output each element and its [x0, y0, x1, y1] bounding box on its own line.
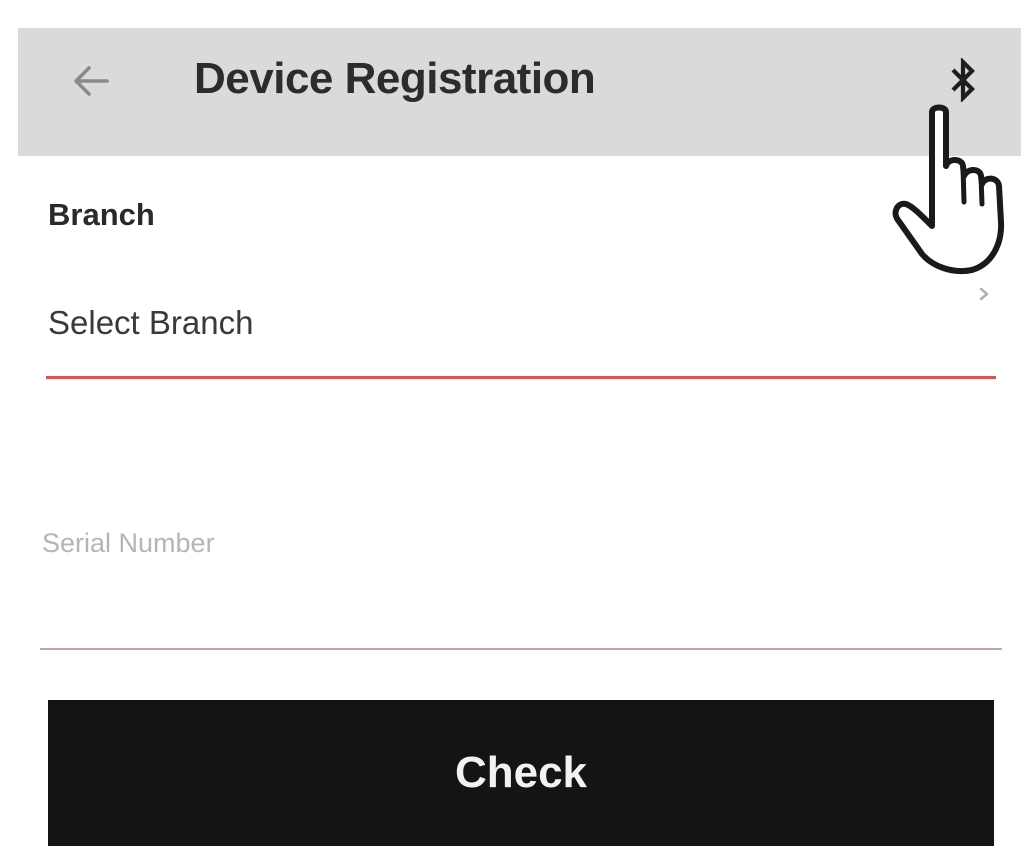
branch-select-value: Select Branch: [48, 304, 254, 341]
check-button[interactable]: Check: [48, 700, 994, 846]
bluetooth-icon: [948, 56, 978, 107]
app-bar: Device Registration: [18, 28, 1021, 156]
chevron-right-icon: [974, 284, 994, 304]
serial-number-field[interactable]: Serial Number: [40, 520, 1002, 652]
page-title: Device Registration: [194, 54, 596, 103]
arrow-left-icon: [71, 64, 111, 103]
branch-select[interactable]: Select Branch: [46, 287, 996, 380]
serial-number-input[interactable]: [40, 520, 1002, 648]
hand-pointer-icon: [888, 104, 1021, 276]
branch-label: Branch: [48, 197, 155, 232]
bluetooth-button[interactable]: [938, 52, 988, 112]
back-button[interactable]: [66, 58, 116, 108]
branch-underline: [46, 376, 996, 379]
device-registration-screen: Device Registration Branch Select Branch…: [0, 0, 1021, 846]
serial-number-underline: [40, 648, 1002, 650]
